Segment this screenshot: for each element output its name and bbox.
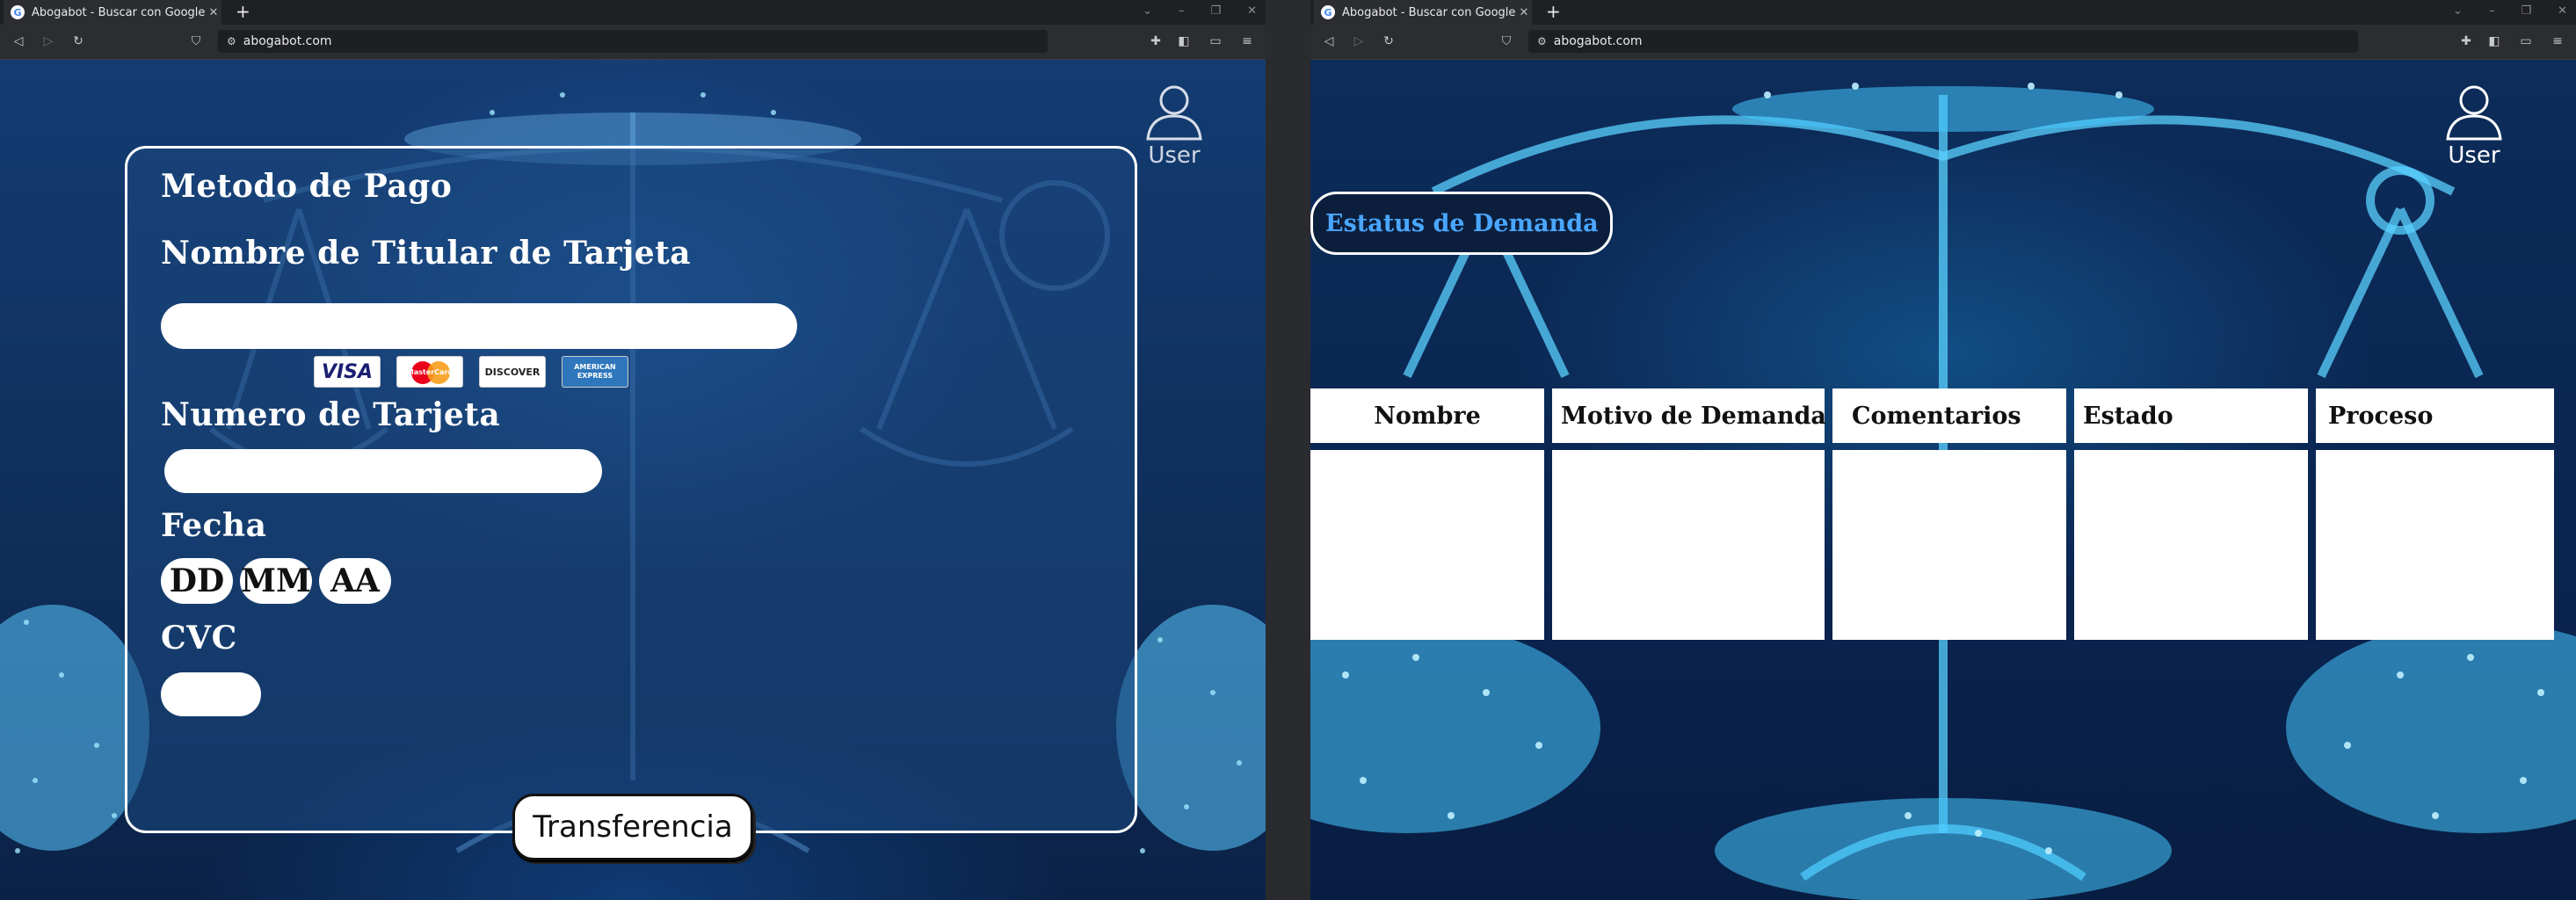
close-window-icon[interactable]: ✕ — [2558, 4, 2567, 18]
url-text: abogabot.com — [1553, 34, 1643, 48]
user-outline-icon — [1146, 85, 1202, 141]
tab-strip: G Abogabot - Buscar con Google ✕ + ⌄ – ❐… — [1310, 0, 2576, 25]
window-controls: ⌄ – ❐ ✕ — [1143, 4, 1257, 18]
user-profile[interactable]: User — [2439, 79, 2509, 169]
status-page: User Estatus de Demanda Nombre Motivo de… — [1310, 60, 2576, 900]
minimize-icon[interactable]: – — [2489, 4, 2495, 18]
url-text: abogabot.com — [243, 34, 332, 48]
google-icon: G — [1321, 5, 1335, 19]
discover-label: DISCOVER — [484, 366, 541, 378]
user-label: User — [2448, 142, 2500, 169]
browser-toolbar: ◁ ▷ ↻ ⛉ ⚙ abogabot.com ✚ ◧ ▭ ≡ — [1310, 25, 2576, 60]
column-nombre: Nombre — [1310, 388, 1544, 640]
address-bar[interactable]: ⚙ abogabot.com — [218, 30, 1048, 53]
column-header: Comentarios — [1832, 388, 2066, 443]
site-info-icon[interactable]: ⚙ — [227, 35, 236, 47]
column-header: Nombre — [1310, 388, 1544, 443]
column-estado: Estado — [2074, 388, 2308, 640]
discover-logo: DISCOVER — [479, 356, 546, 388]
close-tab-icon[interactable]: ✕ — [206, 6, 221, 19]
date-year-field[interactable]: AA — [319, 558, 391, 604]
date-day-field[interactable]: DD — [161, 558, 233, 604]
google-icon: G — [11, 5, 25, 19]
table-cell — [2074, 450, 2308, 640]
restore-icon[interactable]: ❐ — [2521, 4, 2531, 18]
sidebar-icon[interactable]: ◧ — [2486, 33, 2502, 49]
forward-icon[interactable]: ▷ — [40, 33, 56, 49]
card-number-input[interactable] — [164, 449, 602, 493]
payment-title: Metodo de Pago — [161, 168, 453, 205]
address-bar[interactable]: ⚙ abogabot.com — [1528, 30, 2358, 53]
tab-title: Abogabot - Buscar con Google — [1342, 5, 1516, 19]
media-icon[interactable]: ▭ — [1208, 33, 1223, 49]
cardholder-label: Nombre de Titular de Tarjeta — [161, 235, 692, 272]
new-tab-icon[interactable]: + — [1546, 1, 1561, 22]
puzzle-icon[interactable]: ✚ — [1148, 33, 1164, 49]
column-comentarios: Comentarios — [1832, 388, 2066, 640]
cardholder-name-input[interactable] — [161, 303, 797, 349]
puzzle-icon[interactable]: ✚ — [2458, 33, 2474, 49]
reload-icon[interactable]: ↻ — [70, 33, 86, 49]
amex-logo: AMERICAN EXPRESS — [562, 356, 628, 388]
tab-title: Abogabot - Buscar con Google — [32, 5, 206, 19]
mastercard-logo: MasterCard — [396, 356, 463, 388]
demand-status-table: Nombre Motivo de Demanda Comentarios Est… — [1310, 388, 2554, 640]
card-number-label: Numero de Tarjeta — [161, 396, 501, 433]
column-proceso: Proceso — [2316, 388, 2554, 640]
payment-page: User Metodo de Pago Nombre de Titular de… — [0, 60, 1266, 900]
new-tab-icon[interactable]: + — [236, 1, 250, 22]
site-info-icon[interactable]: ⚙ — [1537, 35, 1547, 47]
chevron-down-icon[interactable]: ⌄ — [2453, 4, 2463, 18]
browser-tab[interactable]: G Abogabot - Buscar con Google ✕ — [1314, 0, 1532, 25]
chevron-down-icon[interactable]: ⌄ — [1143, 4, 1152, 18]
sidebar-icon[interactable]: ◧ — [1176, 33, 1192, 49]
user-outline-icon — [2446, 85, 2502, 141]
minimize-icon[interactable]: – — [1179, 4, 1185, 18]
forward-icon[interactable]: ▷ — [1351, 33, 1367, 49]
visa-logo: VISA — [314, 356, 381, 388]
restore-icon[interactable]: ❐ — [1210, 4, 1221, 18]
bookmark-icon[interactable]: ⛉ — [1498, 33, 1514, 49]
browser-window-right: G Abogabot - Buscar con Google ✕ + ⌄ – ❐… — [1310, 0, 2576, 900]
back-icon[interactable]: ◁ — [1321, 33, 1337, 49]
tab-strip: G Abogabot - Buscar con Google ✕ + ⌄ – ❐… — [0, 0, 1266, 25]
column-header: Proceso — [2316, 388, 2554, 443]
column-header: Motivo de Demanda — [1552, 388, 1826, 443]
payment-panel: Metodo de Pago Nombre de Titular de Tarj… — [125, 146, 1137, 860]
close-window-icon[interactable]: ✕ — [1247, 4, 1257, 18]
window-controls: ⌄ – ❐ ✕ — [2453, 4, 2567, 18]
menu-icon[interactable]: ≡ — [2550, 33, 2565, 49]
table-cell — [1552, 450, 1825, 640]
menu-icon[interactable]: ≡ — [1239, 33, 1255, 49]
cvc-input[interactable] — [161, 672, 261, 716]
cvc-label: CVC — [161, 620, 237, 657]
transfer-button[interactable]: Transferencia — [512, 794, 753, 860]
table-cell — [1310, 450, 1544, 640]
back-icon[interactable]: ◁ — [11, 33, 26, 49]
close-tab-icon[interactable]: ✕ — [1516, 6, 1532, 19]
user-label: User — [1148, 142, 1201, 169]
date-month-field[interactable]: MM — [240, 558, 312, 604]
amex-label: AMERICAN EXPRESS — [574, 363, 616, 380]
media-icon[interactable]: ▭ — [2518, 33, 2534, 49]
status-title: Estatus de Demanda — [1310, 192, 1613, 255]
reload-icon[interactable]: ↻ — [1381, 33, 1397, 49]
visa-label: VISA — [321, 360, 374, 383]
mastercard-label: MasterCard — [406, 367, 454, 376]
bookmark-icon[interactable]: ⛉ — [188, 33, 204, 49]
table-cell — [1832, 450, 2066, 640]
browser-toolbar: ◁ ▷ ↻ ⛉ ⚙ abogabot.com ✚ ◧ ▭ ≡ — [0, 25, 1266, 60]
table-cell — [2316, 450, 2554, 640]
column-header: Estado — [2074, 388, 2308, 443]
browser-tab[interactable]: G Abogabot - Buscar con Google ✕ — [4, 0, 221, 25]
column-motivo: Motivo de Demanda — [1552, 388, 1826, 640]
user-profile[interactable]: User — [1139, 79, 1209, 169]
browser-window-left: G Abogabot - Buscar con Google ✕ + ⌄ – ❐… — [0, 0, 1266, 900]
date-label: Fecha — [161, 507, 267, 544]
